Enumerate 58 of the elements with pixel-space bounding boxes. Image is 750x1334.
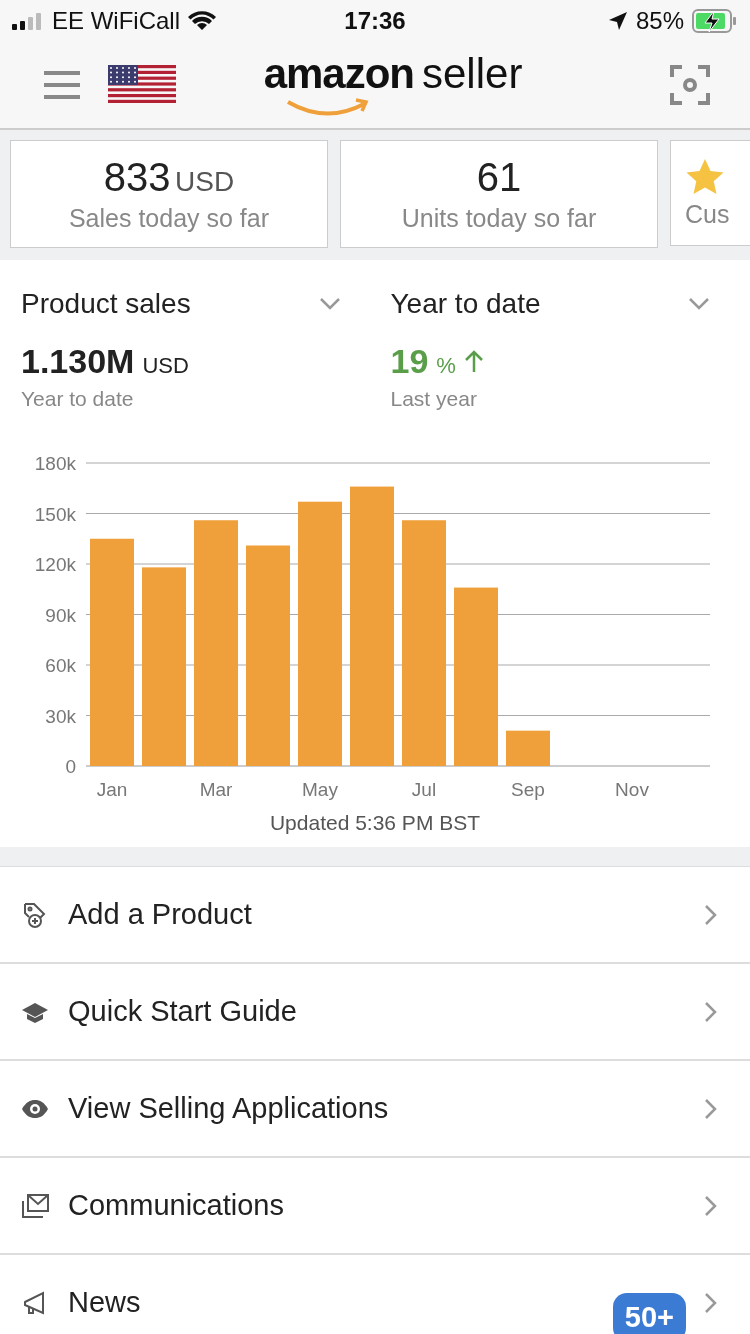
battery-percent: 85% bbox=[635, 7, 684, 35]
smile-arrow-icon bbox=[285, 98, 370, 118]
logo-product: seller bbox=[422, 50, 523, 98]
metric-dropdown[interactable]: Product sales bbox=[21, 288, 341, 320]
chevron-right-icon bbox=[704, 1097, 718, 1120]
stat-label: Sales today so far bbox=[68, 204, 270, 233]
metric-caption: Last year bbox=[390, 387, 478, 411]
stat-card[interactable]: Cus bbox=[670, 140, 750, 246]
scan-icon[interactable] bbox=[670, 65, 710, 105]
stat-value: 61 bbox=[476, 155, 522, 199]
stat-unit: USD bbox=[175, 166, 235, 197]
metric-value: 19 bbox=[390, 342, 429, 381]
battery-charging-icon bbox=[692, 9, 738, 33]
chevron-right-icon bbox=[704, 1291, 718, 1314]
tag-add-icon bbox=[22, 900, 48, 929]
x-axis-label: Mar bbox=[199, 779, 233, 800]
logo-wordmark: amazon bbox=[263, 50, 414, 98]
x-axis-label: Jul bbox=[411, 779, 437, 800]
x-axis-label: Nov bbox=[615, 779, 649, 800]
flag-icon[interactable] bbox=[108, 65, 176, 105]
menu-icon[interactable] bbox=[42, 70, 82, 100]
eye-icon bbox=[21, 1098, 49, 1119]
stat-label: Units today so far bbox=[401, 204, 597, 233]
x-axis-label: Sep bbox=[511, 779, 545, 800]
stat-value: 833 bbox=[103, 155, 171, 199]
y-axis-label: 150k bbox=[34, 503, 76, 525]
metric-unit: USD bbox=[142, 353, 189, 379]
wifi-icon bbox=[188, 11, 216, 31]
y-axis-label: 0 bbox=[65, 756, 76, 777]
chevron-down-icon bbox=[318, 297, 341, 311]
star-icon bbox=[685, 157, 725, 196]
stat-label: Cus bbox=[685, 199, 730, 229]
x-axis-label: Jan bbox=[96, 779, 128, 800]
chevron-right-icon bbox=[704, 903, 718, 926]
sales-bar bbox=[506, 730, 550, 766]
chevron-right-icon bbox=[704, 1194, 718, 1217]
arrow-up-icon bbox=[463, 349, 484, 373]
y-axis-label: 90k bbox=[45, 604, 76, 626]
chevron-right-icon bbox=[704, 1000, 718, 1023]
stat-card[interactable]: 61 Units today so far bbox=[340, 140, 658, 248]
location-arrow-icon bbox=[607, 11, 628, 31]
y-axis-label: 180k bbox=[34, 453, 76, 474]
metric-unit: % bbox=[436, 353, 456, 379]
metric-value: 1.130M bbox=[21, 342, 135, 381]
signal-icon bbox=[12, 12, 44, 30]
y-axis-label: 120k bbox=[34, 554, 76, 575]
x-axis-label: May bbox=[302, 779, 338, 800]
y-axis-label: 30k bbox=[45, 705, 76, 727]
metric-dropdown[interactable]: Year to date bbox=[390, 288, 710, 320]
mail-stack-icon bbox=[21, 1192, 49, 1219]
carrier-name: EE WiFiCall bbox=[52, 7, 180, 35]
count-badge: 50+ bbox=[612, 1293, 686, 1334]
clock-time: 17:36 bbox=[344, 7, 406, 34]
y-axis-label: 60k bbox=[45, 655, 76, 676]
stat-card[interactable]: 833 USD Sales today so far bbox=[10, 140, 328, 248]
chevron-down-icon bbox=[688, 297, 710, 311]
updated-time: Updated 5:36 PM BST bbox=[269, 811, 481, 834]
metric-caption: Year to date bbox=[21, 387, 135, 411]
